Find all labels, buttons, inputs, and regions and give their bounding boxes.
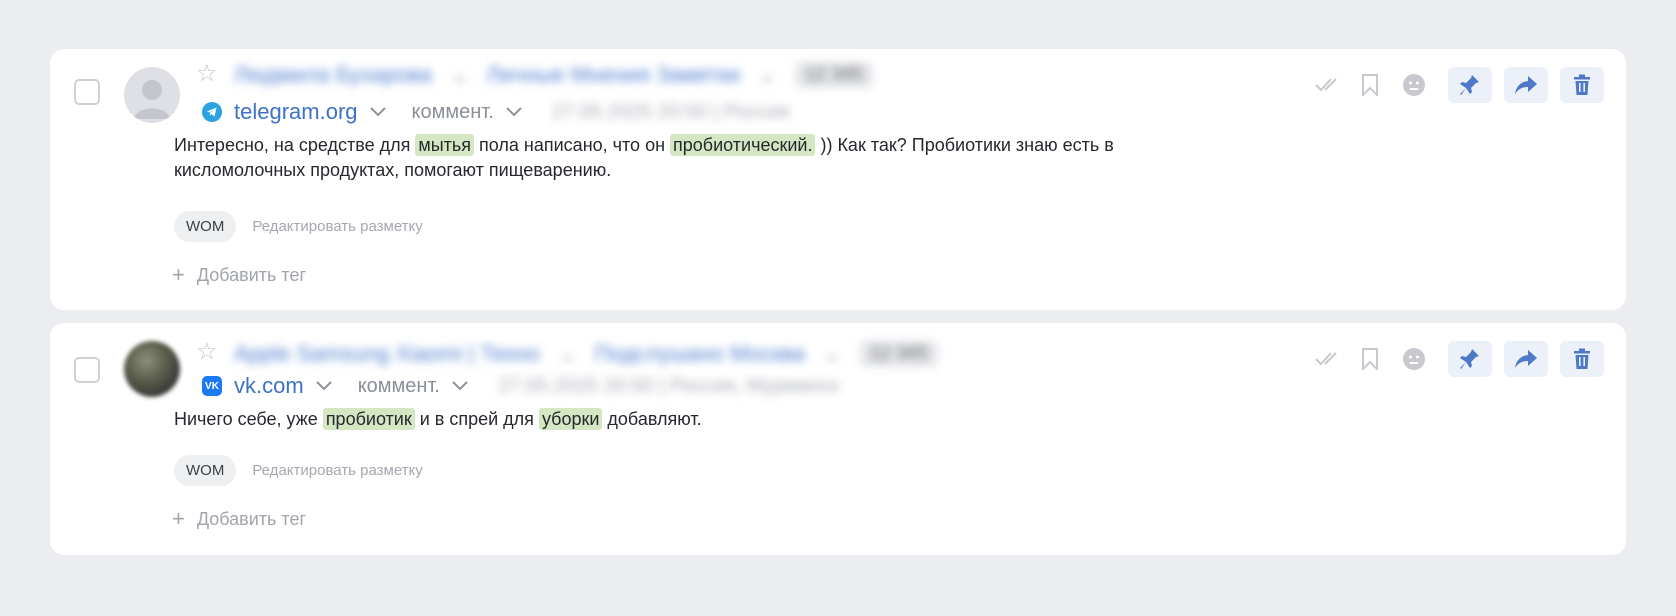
chevron-down-icon[interactable]: [452, 381, 468, 391]
text-fragment: пола написано, что он: [474, 135, 671, 155]
edit-markup-link[interactable]: Редактировать разметку: [252, 462, 422, 479]
tag-chip[interactable]: WOM: [174, 455, 237, 486]
mark-read-icon[interactable]: [1304, 67, 1348, 103]
delete-icon[interactable]: [1560, 341, 1604, 377]
share-icon[interactable]: [1504, 341, 1548, 377]
post-meta: 27.05.2025 20:50 | Россия, Мурманск: [497, 374, 840, 397]
add-tag-label: Добавить тег: [196, 508, 307, 529]
tag-row: WOM Редактировать разметку: [174, 211, 423, 242]
chevron-down-icon[interactable]: [506, 107, 522, 117]
chevron-down-icon[interactable]: [315, 381, 332, 391]
highlighted-keyword: пробиотик: [322, 408, 415, 430]
chevron-down-icon: ⌄: [557, 341, 577, 366]
chevron-down-icon: ⌄: [758, 62, 777, 87]
action-bar: [1304, 341, 1604, 377]
star-icon[interactable]: ☆: [196, 340, 218, 364]
text-fragment: Интересно, на средстве для: [174, 135, 416, 155]
add-tag-button[interactable]: + Добавить тег: [172, 262, 306, 288]
star-icon[interactable]: ☆: [196, 62, 218, 86]
post-card: ☆ Apple Samsung Xiaomi | Техно ⌄ Подслуш…: [50, 323, 1626, 555]
share-icon[interactable]: [1504, 67, 1548, 103]
post-type-dropdown[interactable]: коммент.: [358, 375, 440, 398]
text-fragment: Ничего себе, уже: [174, 409, 323, 429]
author-line: Apple Samsung Xiaomi | Техно ⌄ Подслушан…: [234, 341, 938, 367]
text-fragment: и в спрей для: [414, 409, 539, 429]
tag-chip[interactable]: WOM: [174, 211, 237, 242]
author-name[interactable]: Людмила Бухарова: [234, 62, 432, 88]
avatar: [124, 67, 180, 123]
group-name[interactable]: Подслушано Москва: [594, 341, 805, 367]
pin-icon[interactable]: [1448, 341, 1492, 377]
post-text: Ничего себе, уже пробиотик и в спрей для…: [174, 407, 1174, 432]
author-line: Людмила Бухарова ⌄ Личные Мнения Заметки…: [234, 62, 873, 88]
vk-icon: VK: [202, 376, 222, 396]
chevron-down-icon[interactable]: [369, 107, 386, 117]
followers-count: 12 345: [859, 341, 938, 367]
plus-icon: +: [172, 262, 185, 287]
select-checkbox[interactable]: [74, 79, 100, 105]
bookmark-icon[interactable]: [1348, 67, 1392, 103]
delete-icon[interactable]: [1560, 67, 1604, 103]
pin-icon[interactable]: [1448, 67, 1492, 103]
source-link[interactable]: vk.com: [234, 373, 304, 399]
bookmark-icon[interactable]: [1348, 341, 1392, 377]
edit-markup-link[interactable]: Редактировать разметку: [252, 218, 422, 235]
tag-row: WOM Редактировать разметку: [174, 455, 423, 486]
post-meta: 27.05.2025 20:50 | Россия: [551, 100, 790, 123]
telegram-icon: [202, 102, 222, 122]
text-fragment: добавляют.: [602, 409, 702, 429]
mark-read-icon[interactable]: [1304, 341, 1348, 377]
default-user-icon: [134, 80, 170, 119]
source-link[interactable]: telegram.org: [234, 99, 358, 125]
author-name[interactable]: Apple Samsung Xiaomi | Техно: [234, 341, 540, 367]
post-text: Интересно, на средстве для мытья пола на…: [174, 133, 1174, 183]
followers-count: 12 345: [794, 62, 873, 88]
source-row: VK vk.com коммент. 27.05.2025 20:50 | Ро…: [202, 373, 839, 399]
add-tag-label: Добавить тег: [196, 264, 307, 285]
plus-icon: +: [172, 506, 185, 531]
group-name[interactable]: Личные Мнения Заметки: [486, 62, 740, 88]
source-row: telegram.org коммент. 27.05.2025 20:50 |…: [202, 99, 789, 125]
chevron-down-icon: ⌄: [449, 62, 469, 87]
highlighted-keyword: мытья: [415, 134, 475, 156]
select-checkbox[interactable]: [74, 357, 100, 383]
add-tag-button[interactable]: + Добавить тег: [172, 506, 306, 532]
sentiment-neutral-icon[interactable]: [1392, 67, 1436, 103]
post-card: ☆ Людмила Бухарова ⌄ Личные Мнения Замет…: [50, 49, 1626, 310]
highlighted-keyword: пробиотический.: [670, 134, 816, 156]
highlighted-keyword: уборки: [538, 408, 603, 430]
sentiment-neutral-icon[interactable]: [1392, 341, 1436, 377]
post-type-dropdown[interactable]: коммент.: [412, 101, 494, 124]
avatar: [124, 341, 180, 397]
action-bar: [1304, 67, 1604, 103]
chevron-down-icon: ⌄: [823, 341, 842, 366]
